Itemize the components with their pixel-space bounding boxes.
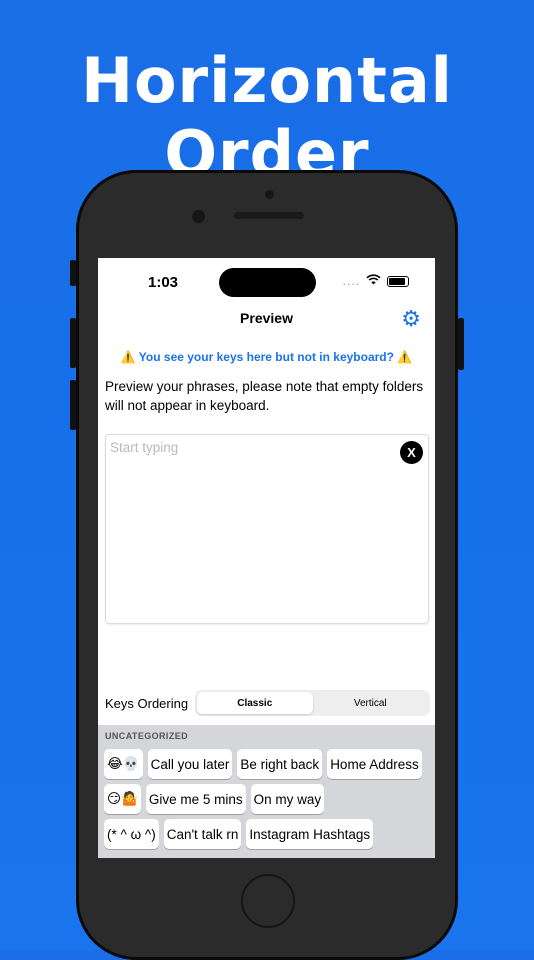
earpiece-speaker (234, 212, 304, 219)
phrase-key[interactable]: On my way (250, 784, 325, 814)
signal-icon: .... (342, 274, 360, 288)
clear-button[interactable]: X (400, 441, 423, 464)
segment-classic[interactable]: Classic (197, 692, 313, 714)
status-icons: .... (343, 274, 409, 288)
ordering-segmented-control: Classic Vertical (195, 690, 430, 716)
segment-vertical[interactable]: Vertical (313, 692, 429, 714)
phrase-key[interactable]: Give me 5 mins (145, 784, 246, 814)
preview-description: Preview your phrases, please note that e… (105, 379, 424, 413)
phrase-key[interactable]: Be right back (237, 749, 323, 779)
key-row: (* ^ ω ^) Can't talk rn Instagram Hashta… (104, 819, 374, 849)
keyboard-warning-link[interactable]: ⚠️ You see your keys here but not in key… (98, 350, 435, 364)
status-time: 1:03 (148, 274, 179, 291)
power-button (458, 318, 464, 370)
wifi-icon (366, 274, 381, 288)
phrase-key[interactable]: Instagram Hashtags (246, 819, 374, 849)
dynamic-island (219, 268, 316, 297)
preview-input[interactable] (108, 439, 392, 456)
gear-icon[interactable]: ⚙ (401, 306, 421, 332)
phone-screen: 1:03 .... Preview ⚙ ⚠️ You see your keys… (98, 258, 435, 858)
key-row: 😏🤷 Give me 5 mins On my way (104, 784, 325, 814)
phrase-key[interactable]: Home Address (327, 749, 422, 779)
front-sensor (265, 190, 274, 199)
nav-title: Preview (240, 310, 293, 326)
battery-icon (387, 275, 409, 287)
keys-ordering-label: Keys Ordering (105, 696, 189, 711)
phrase-key[interactable]: 😂💀 (104, 749, 143, 779)
phrase-key[interactable]: (* ^ ω ^) (104, 819, 159, 849)
phrase-key[interactable]: Call you later (147, 749, 233, 779)
key-row: 😂💀 Call you later Be right back Home Add… (104, 749, 422, 779)
keyboard-preview: UNCATEGORIZED 😂💀 Call you later Be right… (98, 725, 435, 858)
preview-text-area[interactable]: X (105, 434, 429, 624)
headline: Horizontal Order (81, 44, 453, 190)
phrase-key[interactable]: 😏🤷 (104, 784, 141, 814)
home-button[interactable] (241, 874, 295, 928)
phrase-key[interactable]: Can't talk rn (163, 819, 242, 849)
folder-header: UNCATEGORIZED (105, 731, 189, 741)
front-camera (192, 210, 205, 223)
